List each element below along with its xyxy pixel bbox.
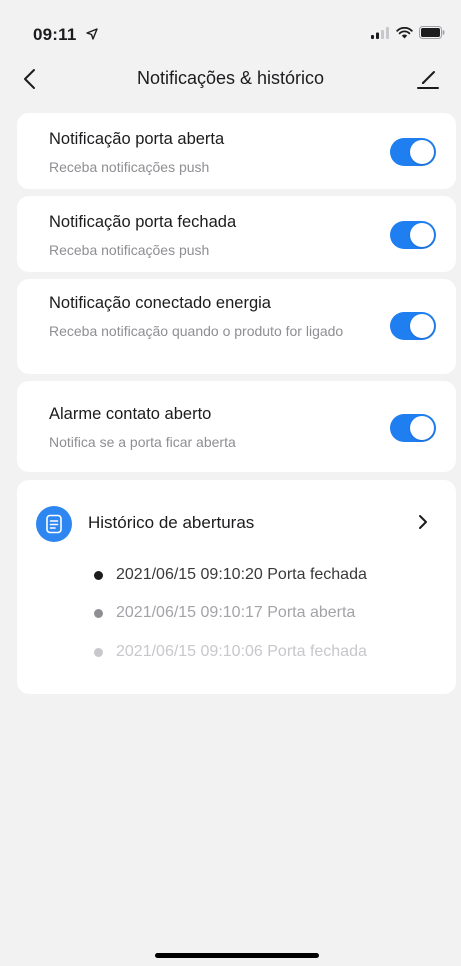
setting-title: Notificação porta aberta bbox=[49, 130, 225, 148]
toggle-knob bbox=[410, 140, 434, 164]
toggle-knob bbox=[410, 314, 434, 338]
location-arrow-icon bbox=[86, 28, 98, 40]
signal-icon bbox=[371, 26, 389, 39]
setting-card-open-door: Notificação porta aberta Receba notifica… bbox=[17, 113, 456, 189]
toggle-power-connected-notification[interactable] bbox=[390, 312, 436, 340]
toggle-knob bbox=[410, 223, 434, 247]
battery-icon bbox=[419, 26, 445, 39]
setting-card-power-connected: Notificação conectado energia Receba not… bbox=[17, 279, 456, 374]
history-header[interactable]: Histórico de aberturas bbox=[17, 480, 456, 568]
document-list-icon bbox=[36, 506, 72, 542]
chevron-right-icon bbox=[419, 515, 427, 529]
history-entry-text: 2021/06/15 09:10:06 Porta fechada bbox=[116, 643, 367, 660]
history-entry-text: 2021/06/15 09:10:17 Porta aberta bbox=[116, 604, 356, 621]
history-entry-dot bbox=[94, 608, 103, 618]
setting-card-open-contact-alarm: Alarme contato aberto Notifica se a port… bbox=[17, 381, 456, 472]
history-entry: 2021/06/15 09:10:17 Porta aberta bbox=[94, 604, 355, 622]
setting-title: Notificação conectado energia bbox=[49, 294, 271, 312]
toggle-closed-door-notification[interactable] bbox=[390, 221, 436, 249]
history-entry-dot bbox=[94, 647, 103, 657]
status-time: 09:11 bbox=[33, 25, 77, 44]
history-entry-text: 2021/06/15 09:10:20 Porta fechada bbox=[116, 566, 367, 583]
setting-subtitle: Receba notificações push bbox=[49, 159, 210, 175]
history-card: Histórico de aberturas 2021/06/15 09:10:… bbox=[17, 480, 456, 694]
setting-subtitle: Notifica se a porta ficar aberta bbox=[49, 434, 236, 450]
history-entry: 2021/06/15 09:10:20 Porta fechada bbox=[94, 566, 367, 584]
home-indicator[interactable] bbox=[155, 953, 319, 958]
history-title: Histórico de aberturas bbox=[88, 513, 255, 532]
status-bar: 09:11 bbox=[0, 0, 461, 48]
navigation-bar: Notificações & histórico bbox=[0, 56, 461, 104]
toggle-open-contact-alarm[interactable] bbox=[390, 414, 436, 442]
setting-title: Notificação porta fechada bbox=[49, 213, 237, 231]
page-title: Notificações & histórico bbox=[136, 68, 325, 88]
history-entry: 2021/06/15 09:10:06 Porta fechada bbox=[94, 643, 367, 661]
setting-title: Alarme contato aberto bbox=[49, 405, 212, 423]
setting-subtitle: Receba notificações push bbox=[49, 242, 210, 258]
setting-subtitle: Receba notificação quando o produto for … bbox=[49, 323, 344, 339]
history-entry-dot bbox=[94, 570, 103, 580]
toggle-knob bbox=[410, 416, 434, 440]
setting-card-closed-door: Notificação porta fechada Receba notific… bbox=[17, 196, 456, 272]
edit-pencil-icon[interactable] bbox=[415, 66, 441, 92]
wifi-icon bbox=[396, 26, 413, 38]
toggle-open-door-notification[interactable] bbox=[390, 138, 436, 166]
